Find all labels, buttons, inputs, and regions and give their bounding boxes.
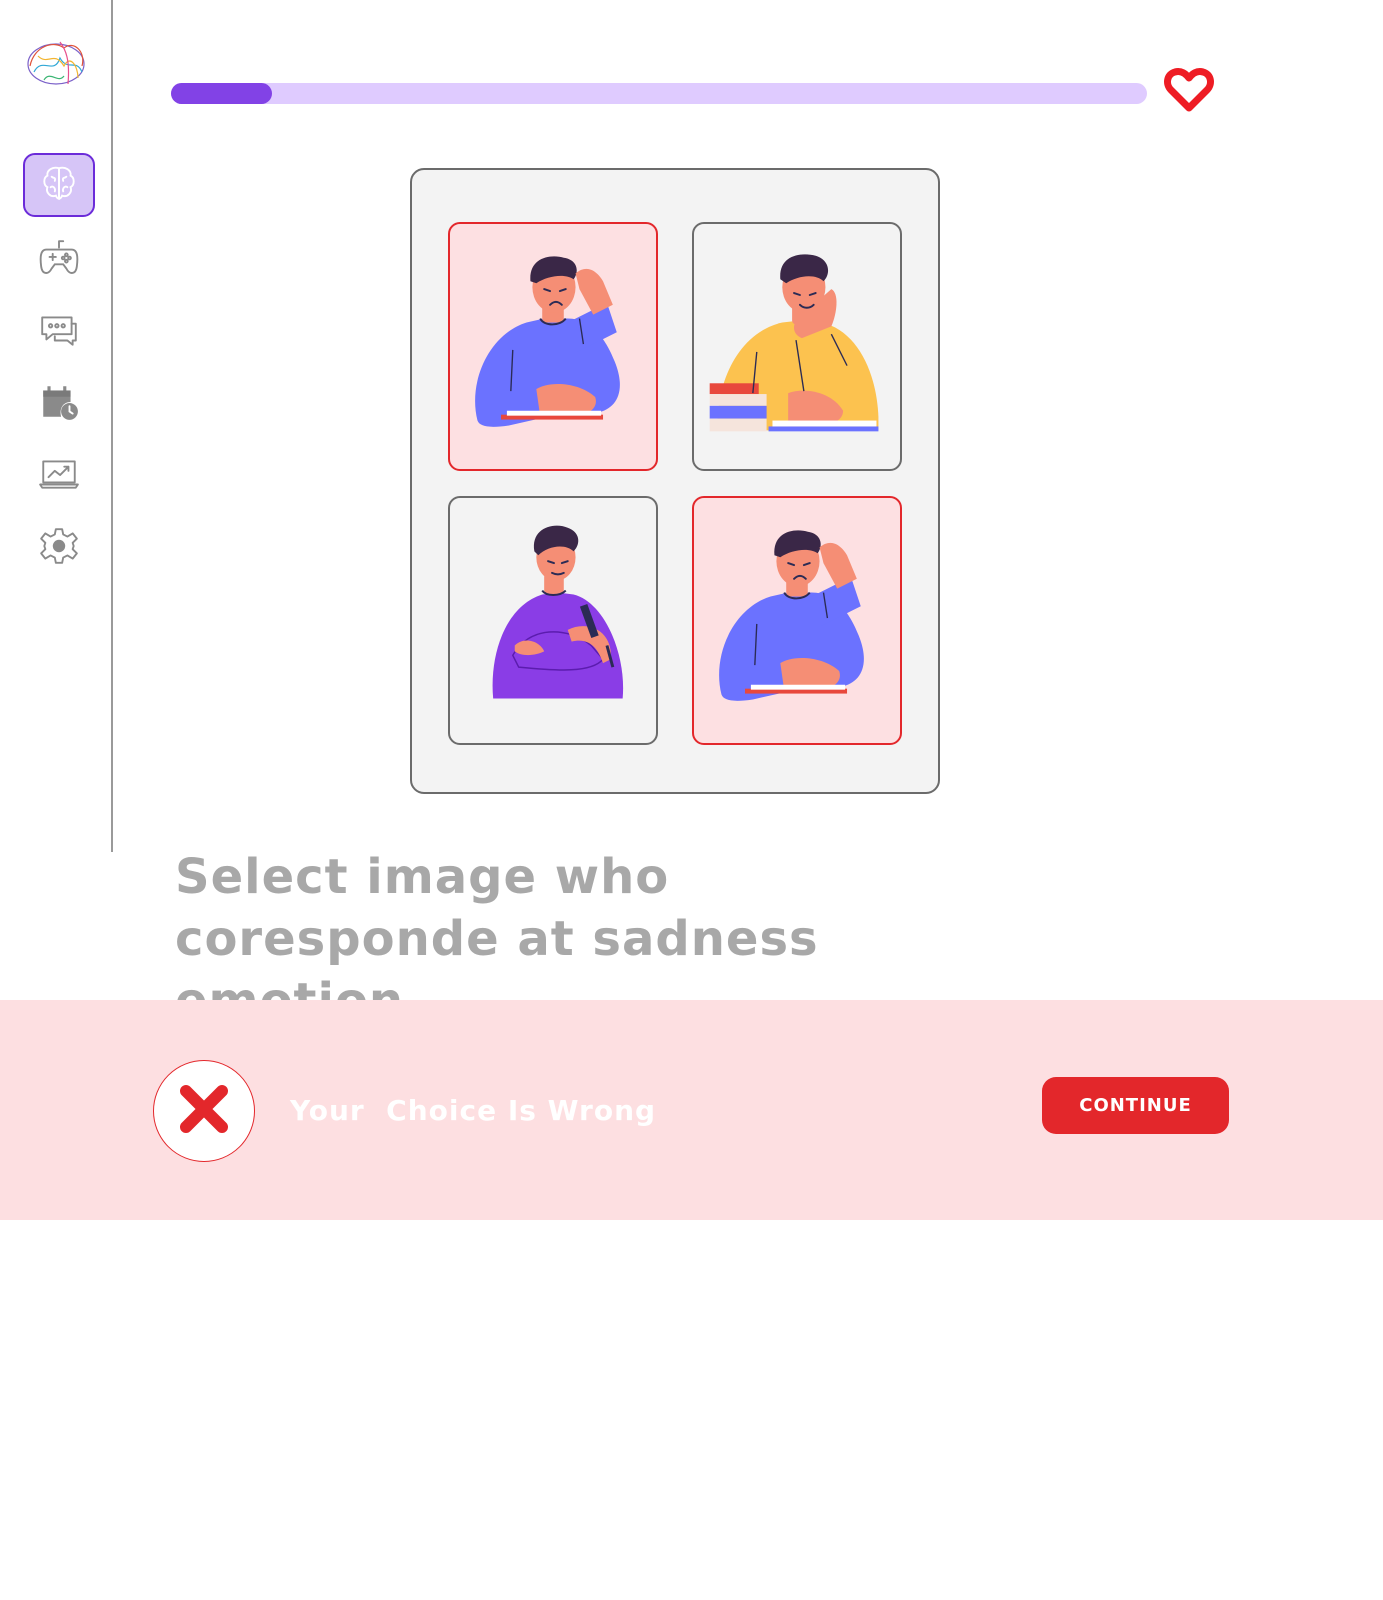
chat-icon <box>38 309 80 355</box>
option-card-sad-blue-2[interactable] <box>692 496 902 745</box>
sad-boy-illustration <box>475 256 620 427</box>
sidebar-item-chat[interactable] <box>23 300 95 364</box>
sidebar-item-games[interactable] <box>23 228 95 292</box>
laptop-chart-icon <box>38 453 80 499</box>
option-card-thinking-yellow[interactable] <box>692 222 902 471</box>
sidebar-item-schedule[interactable] <box>23 372 95 436</box>
x-icon <box>176 1081 232 1141</box>
result-badge <box>153 1060 255 1162</box>
heart-icon[interactable] <box>1164 66 1214 114</box>
calendar-clock-icon <box>38 381 80 427</box>
gamepad-icon <box>38 237 80 283</box>
brain-icon <box>38 162 80 208</box>
brain-logo <box>24 36 88 90</box>
writing-boy-illustration <box>492 525 624 699</box>
gear-icon <box>38 525 80 571</box>
sad-boy-illustration <box>719 530 864 701</box>
thinking-boy-illustration <box>709 254 879 432</box>
sidebar-item-settings[interactable] <box>23 516 95 580</box>
continue-button[interactable]: CONTINUE <box>1042 1077 1229 1134</box>
option-card-writing-purple[interactable] <box>448 496 658 745</box>
option-card-sad-blue-1[interactable] <box>448 222 658 471</box>
lesson-progress-fill <box>171 83 272 104</box>
sidebar-item-brain[interactable] <box>23 153 95 217</box>
feedback-banner: Your Choice Is Wrong CONTINUE <box>0 1000 1383 1220</box>
lesson-progress-bar <box>171 83 1147 104</box>
sidebar-divider <box>111 0 113 852</box>
feedback-message: Your Choice Is Wrong <box>290 1094 657 1127</box>
sidebar-item-progress[interactable] <box>23 444 95 508</box>
